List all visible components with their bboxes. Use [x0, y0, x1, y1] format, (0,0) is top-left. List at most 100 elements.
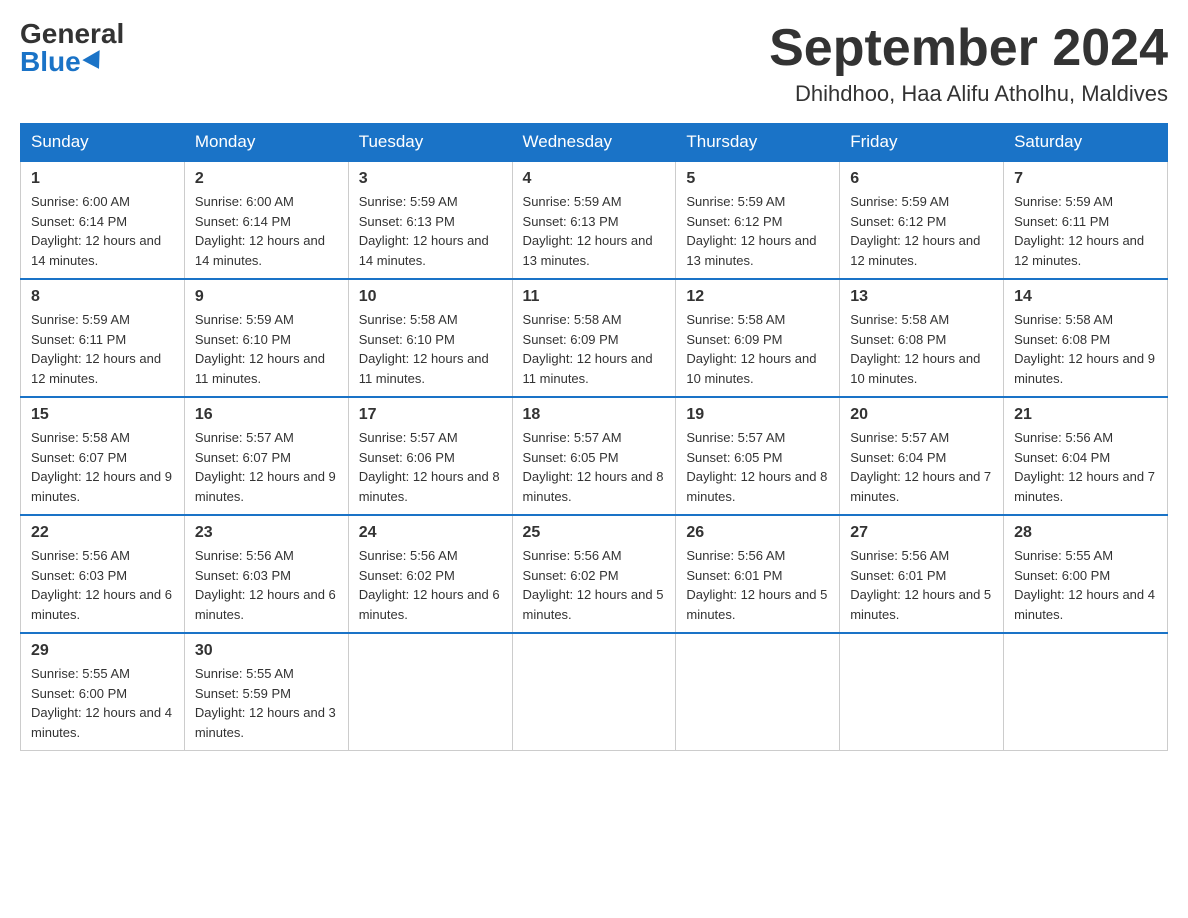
calendar-cell: 20 Sunrise: 5:57 AM Sunset: 6:04 PM Dayl… — [840, 397, 1004, 515]
day-info: Sunrise: 5:58 AM Sunset: 6:09 PM Dayligh… — [523, 310, 666, 388]
day-info: Sunrise: 5:59 AM Sunset: 6:13 PM Dayligh… — [523, 192, 666, 270]
day-info: Sunrise: 5:57 AM Sunset: 6:05 PM Dayligh… — [686, 428, 829, 506]
calendar-cell: 4 Sunrise: 5:59 AM Sunset: 6:13 PM Dayli… — [512, 161, 676, 279]
calendar-cell: 3 Sunrise: 5:59 AM Sunset: 6:13 PM Dayli… — [348, 161, 512, 279]
day-number: 23 — [195, 524, 338, 542]
calendar-cell: 24 Sunrise: 5:56 AM Sunset: 6:02 PM Dayl… — [348, 515, 512, 633]
calendar-cell: 9 Sunrise: 5:59 AM Sunset: 6:10 PM Dayli… — [184, 279, 348, 397]
calendar-cell: 16 Sunrise: 5:57 AM Sunset: 6:07 PM Dayl… — [184, 397, 348, 515]
day-number: 5 — [686, 170, 829, 188]
calendar-cell: 21 Sunrise: 5:56 AM Sunset: 6:04 PM Dayl… — [1004, 397, 1168, 515]
calendar-cell: 18 Sunrise: 5:57 AM Sunset: 6:05 PM Dayl… — [512, 397, 676, 515]
day-number: 3 — [359, 170, 502, 188]
logo-blue-text: Blue — [20, 48, 105, 76]
title-block: September 2024 Dhihdhoo, Haa Alifu Athol… — [769, 20, 1168, 107]
day-info: Sunrise: 5:56 AM Sunset: 6:02 PM Dayligh… — [359, 546, 502, 624]
day-info: Sunrise: 5:58 AM Sunset: 6:08 PM Dayligh… — [850, 310, 993, 388]
logo-triangle-icon — [82, 50, 107, 74]
weekday-header-monday: Monday — [184, 124, 348, 162]
day-number: 17 — [359, 406, 502, 424]
calendar-cell — [1004, 633, 1168, 751]
weekday-header-tuesday: Tuesday — [348, 124, 512, 162]
calendar-cell: 5 Sunrise: 5:59 AM Sunset: 6:12 PM Dayli… — [676, 161, 840, 279]
weekday-header-wednesday: Wednesday — [512, 124, 676, 162]
day-info: Sunrise: 5:59 AM Sunset: 6:12 PM Dayligh… — [686, 192, 829, 270]
day-number: 28 — [1014, 524, 1157, 542]
calendar-cell: 11 Sunrise: 5:58 AM Sunset: 6:09 PM Dayl… — [512, 279, 676, 397]
day-info: Sunrise: 5:56 AM Sunset: 6:02 PM Dayligh… — [523, 546, 666, 624]
day-info: Sunrise: 5:55 AM Sunset: 5:59 PM Dayligh… — [195, 664, 338, 742]
day-number: 2 — [195, 170, 338, 188]
calendar-cell: 14 Sunrise: 5:58 AM Sunset: 6:08 PM Dayl… — [1004, 279, 1168, 397]
calendar-cell: 28 Sunrise: 5:55 AM Sunset: 6:00 PM Dayl… — [1004, 515, 1168, 633]
day-info: Sunrise: 6:00 AM Sunset: 6:14 PM Dayligh… — [195, 192, 338, 270]
day-number: 20 — [850, 406, 993, 424]
day-info: Sunrise: 5:56 AM Sunset: 6:03 PM Dayligh… — [31, 546, 174, 624]
day-number: 10 — [359, 288, 502, 306]
day-number: 6 — [850, 170, 993, 188]
day-info: Sunrise: 5:55 AM Sunset: 6:00 PM Dayligh… — [1014, 546, 1157, 624]
week-row-2: 8 Sunrise: 5:59 AM Sunset: 6:11 PM Dayli… — [21, 279, 1168, 397]
week-row-5: 29 Sunrise: 5:55 AM Sunset: 6:00 PM Dayl… — [21, 633, 1168, 751]
calendar-cell: 15 Sunrise: 5:58 AM Sunset: 6:07 PM Dayl… — [21, 397, 185, 515]
logo: General Blue — [20, 20, 124, 76]
calendar-cell: 8 Sunrise: 5:59 AM Sunset: 6:11 PM Dayli… — [21, 279, 185, 397]
calendar-cell — [840, 633, 1004, 751]
week-row-1: 1 Sunrise: 6:00 AM Sunset: 6:14 PM Dayli… — [21, 161, 1168, 279]
weekday-header-thursday: Thursday — [676, 124, 840, 162]
day-info: Sunrise: 5:59 AM Sunset: 6:10 PM Dayligh… — [195, 310, 338, 388]
day-info: Sunrise: 5:56 AM Sunset: 6:03 PM Dayligh… — [195, 546, 338, 624]
day-number: 1 — [31, 170, 174, 188]
calendar-cell: 19 Sunrise: 5:57 AM Sunset: 6:05 PM Dayl… — [676, 397, 840, 515]
day-info: Sunrise: 5:59 AM Sunset: 6:11 PM Dayligh… — [31, 310, 174, 388]
weekday-header-row: SundayMondayTuesdayWednesdayThursdayFrid… — [21, 124, 1168, 162]
calendar-cell: 10 Sunrise: 5:58 AM Sunset: 6:10 PM Dayl… — [348, 279, 512, 397]
day-info: Sunrise: 5:59 AM Sunset: 6:13 PM Dayligh… — [359, 192, 502, 270]
day-info: Sunrise: 5:57 AM Sunset: 6:06 PM Dayligh… — [359, 428, 502, 506]
calendar-cell: 30 Sunrise: 5:55 AM Sunset: 5:59 PM Dayl… — [184, 633, 348, 751]
calendar-cell: 7 Sunrise: 5:59 AM Sunset: 6:11 PM Dayli… — [1004, 161, 1168, 279]
calendar-cell: 26 Sunrise: 5:56 AM Sunset: 6:01 PM Dayl… — [676, 515, 840, 633]
calendar-cell: 29 Sunrise: 5:55 AM Sunset: 6:00 PM Dayl… — [21, 633, 185, 751]
day-info: Sunrise: 5:57 AM Sunset: 6:07 PM Dayligh… — [195, 428, 338, 506]
calendar-cell — [512, 633, 676, 751]
day-number: 25 — [523, 524, 666, 542]
day-number: 26 — [686, 524, 829, 542]
day-info: Sunrise: 5:55 AM Sunset: 6:00 PM Dayligh… — [31, 664, 174, 742]
day-number: 12 — [686, 288, 829, 306]
calendar-cell: 1 Sunrise: 6:00 AM Sunset: 6:14 PM Dayli… — [21, 161, 185, 279]
calendar-cell: 2 Sunrise: 6:00 AM Sunset: 6:14 PM Dayli… — [184, 161, 348, 279]
day-info: Sunrise: 5:59 AM Sunset: 6:11 PM Dayligh… — [1014, 192, 1157, 270]
day-info: Sunrise: 5:58 AM Sunset: 6:09 PM Dayligh… — [686, 310, 829, 388]
calendar-cell: 12 Sunrise: 5:58 AM Sunset: 6:09 PM Dayl… — [676, 279, 840, 397]
calendar-cell: 23 Sunrise: 5:56 AM Sunset: 6:03 PM Dayl… — [184, 515, 348, 633]
day-info: Sunrise: 5:59 AM Sunset: 6:12 PM Dayligh… — [850, 192, 993, 270]
day-number: 29 — [31, 642, 174, 660]
day-number: 13 — [850, 288, 993, 306]
day-number: 30 — [195, 642, 338, 660]
day-info: Sunrise: 5:57 AM Sunset: 6:04 PM Dayligh… — [850, 428, 993, 506]
day-info: Sunrise: 5:56 AM Sunset: 6:01 PM Dayligh… — [850, 546, 993, 624]
calendar-table: SundayMondayTuesdayWednesdayThursdayFrid… — [20, 123, 1168, 751]
day-info: Sunrise: 5:56 AM Sunset: 6:01 PM Dayligh… — [686, 546, 829, 624]
calendar-cell — [348, 633, 512, 751]
day-number: 16 — [195, 406, 338, 424]
logo-general-text: General — [20, 20, 124, 48]
weekday-header-friday: Friday — [840, 124, 1004, 162]
day-number: 8 — [31, 288, 174, 306]
day-info: Sunrise: 6:00 AM Sunset: 6:14 PM Dayligh… — [31, 192, 174, 270]
location-title: Dhihdhoo, Haa Alifu Atholhu, Maldives — [769, 81, 1168, 107]
day-number: 18 — [523, 406, 666, 424]
calendar-cell: 27 Sunrise: 5:56 AM Sunset: 6:01 PM Dayl… — [840, 515, 1004, 633]
week-row-3: 15 Sunrise: 5:58 AM Sunset: 6:07 PM Dayl… — [21, 397, 1168, 515]
calendar-cell: 17 Sunrise: 5:57 AM Sunset: 6:06 PM Dayl… — [348, 397, 512, 515]
weekday-header-saturday: Saturday — [1004, 124, 1168, 162]
calendar-cell: 6 Sunrise: 5:59 AM Sunset: 6:12 PM Dayli… — [840, 161, 1004, 279]
calendar-cell: 22 Sunrise: 5:56 AM Sunset: 6:03 PM Dayl… — [21, 515, 185, 633]
day-info: Sunrise: 5:58 AM Sunset: 6:10 PM Dayligh… — [359, 310, 502, 388]
day-number: 14 — [1014, 288, 1157, 306]
calendar-cell: 13 Sunrise: 5:58 AM Sunset: 6:08 PM Dayl… — [840, 279, 1004, 397]
day-number: 7 — [1014, 170, 1157, 188]
day-number: 9 — [195, 288, 338, 306]
day-number: 22 — [31, 524, 174, 542]
